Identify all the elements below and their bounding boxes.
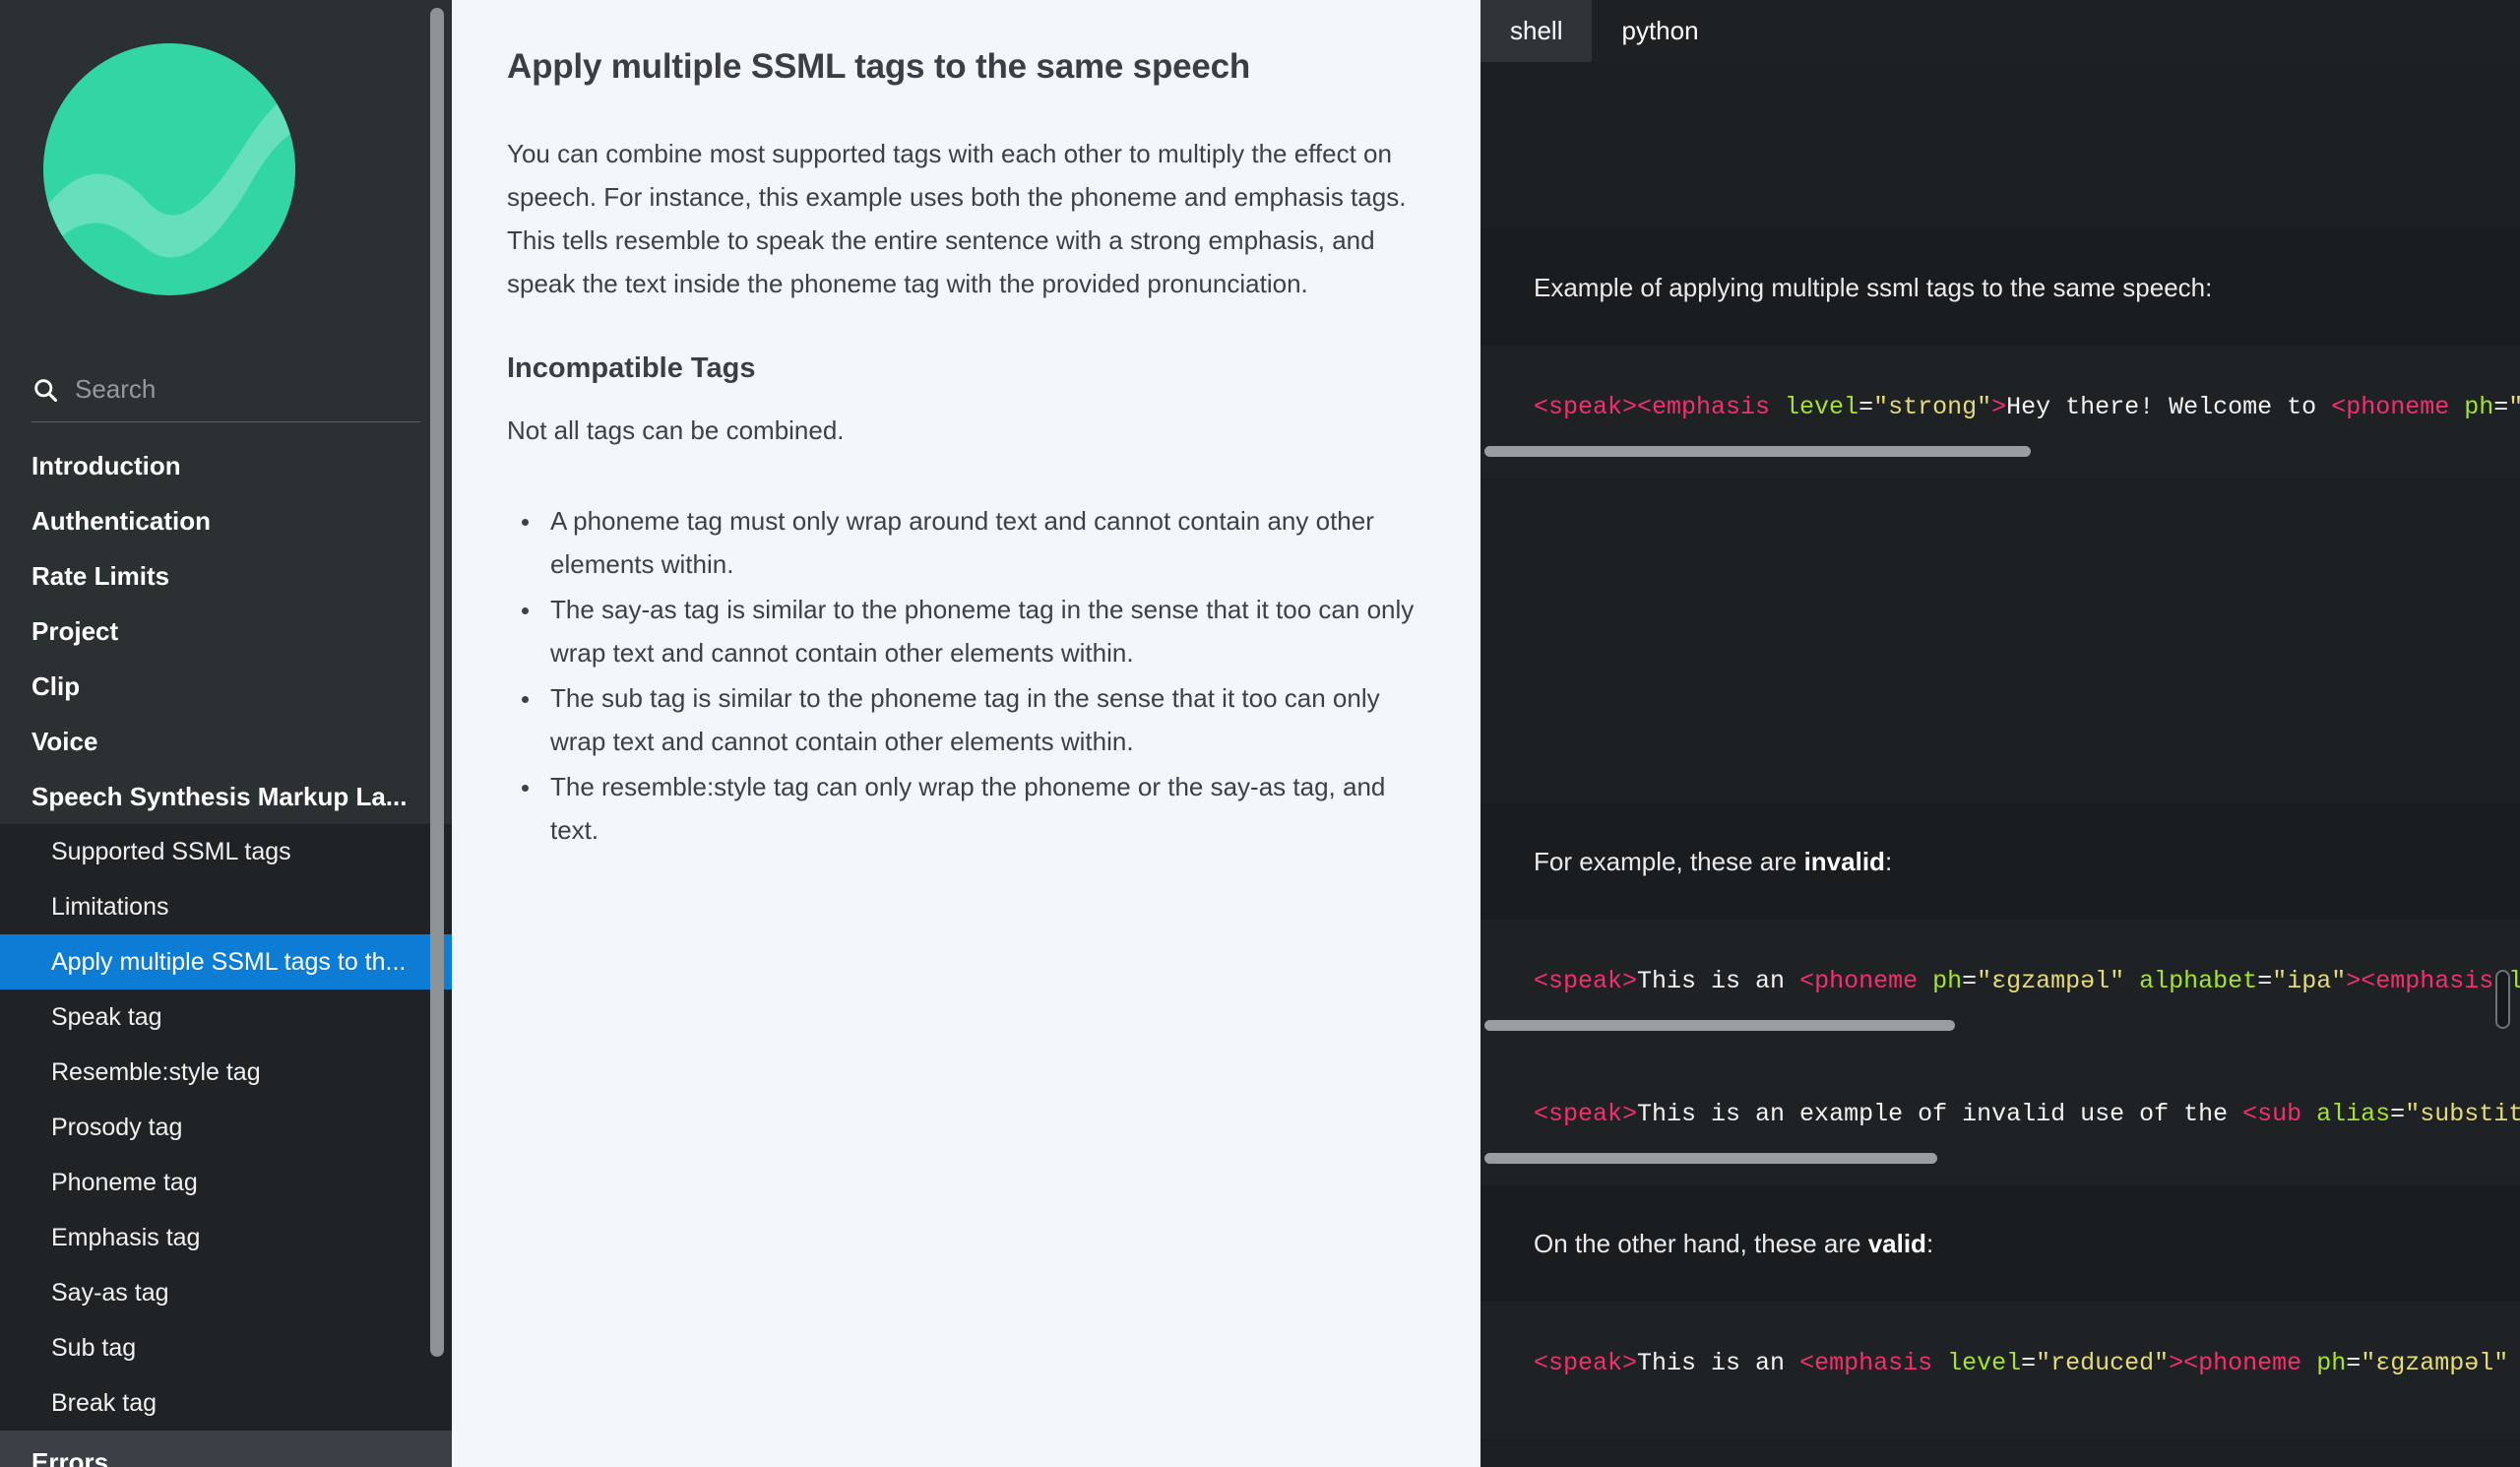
- tab-label: shell: [1510, 16, 1563, 45]
- code-panel-scrollbar-thumb[interactable]: [2495, 970, 2510, 1029]
- sidebar-item-apply-multiple-ssml-tags[interactable]: Apply multiple SSML tags to th...: [0, 934, 452, 989]
- section-title-incompatible-tags: Incompatible Tags: [507, 352, 756, 384]
- sidebar-nav: Introduction Authentication Rate Limits …: [0, 422, 452, 1467]
- sidebar-item-supported-ssml-tags[interactable]: Supported SSML tags: [0, 824, 452, 879]
- code-snippet-valid-1[interactable]: <speak>This is an <emphasis level="reduc…: [1480, 1302, 2520, 1439]
- sidebar-item-say-as-tag[interactable]: Say-as tag: [0, 1265, 452, 1320]
- prose-text-suffix: :: [1925, 1229, 1934, 1258]
- sidebar-item-errors[interactable]: Errors: [0, 1431, 452, 1467]
- sidebar-item-label: Supported SSML tags: [51, 838, 291, 865]
- code-hscrollbar-thumb[interactable]: [1484, 1153, 1937, 1164]
- sidebar-item-label: Clip: [32, 671, 81, 701]
- sidebar-item-label: Errors: [32, 1447, 109, 1467]
- sidebar-item-label: Introduction: [32, 451, 181, 480]
- sidebar-item-sub-tag[interactable]: Sub tag: [0, 1320, 452, 1375]
- prose-text: For example, these are: [1534, 847, 1804, 876]
- sidebar-item-prosody-tag[interactable]: Prosody tag: [0, 1100, 452, 1155]
- code-hscrollbar-thumb[interactable]: [1484, 1020, 1955, 1031]
- code-hscrollbar-thumb[interactable]: [1484, 446, 2031, 457]
- search-icon: [34, 378, 58, 402]
- tab-shell[interactable]: shell: [1480, 0, 1593, 62]
- code-line[interactable]: <speak>This is an <emphasis level="reduc…: [1480, 1347, 2520, 1380]
- prose-text: Example of applying multiple ssml tags t…: [1534, 273, 2213, 302]
- code-body: Example of applying multiple ssml tags t…: [1480, 62, 2520, 1439]
- logo-wave-icon: [43, 90, 295, 258]
- sidebar-item-clip[interactable]: Clip: [0, 659, 452, 714]
- code-line[interactable]: <speak>This is an <phoneme ph="ɛgzampəl"…: [1480, 965, 2520, 998]
- code-panel: shell python Example of applying multipl…: [1480, 0, 2520, 1467]
- sidebar-item-speak-tag[interactable]: Speak tag: [0, 989, 452, 1045]
- sidebar-item-rate-limits[interactable]: Rate Limits: [0, 548, 452, 604]
- sidebar-item-resemble-style-tag[interactable]: Resemble:style tag: [0, 1045, 452, 1100]
- search-input[interactable]: [75, 374, 420, 405]
- sidebar-item-introduction[interactable]: Introduction: [0, 438, 452, 493]
- code-prose-intro: Example of applying multiple ssml tags t…: [1480, 229, 2520, 346]
- sidebar-item-limitations[interactable]: Limitations: [0, 879, 452, 934]
- list-item: The sub tag is similar to the phoneme ta…: [542, 676, 1421, 763]
- sidebar-item-authentication[interactable]: Authentication: [0, 493, 452, 548]
- list-item: The resemble:style tag can only wrap the…: [542, 765, 1421, 852]
- code-scroll-pad: [1480, 998, 2520, 1020]
- main-content: Apply multiple SSML tags to the same spe…: [452, 0, 1480, 1467]
- sidebar-item-label: Authentication: [32, 506, 211, 536]
- sidebar-group-ssml[interactable]: Speech Synthesis Markup La...: [0, 769, 452, 824]
- sidebar-item-project[interactable]: Project: [0, 604, 452, 659]
- incompatible-tags-list: A phoneme tag must only wrap around text…: [507, 499, 1421, 852]
- sidebar-scrollbar-thumb[interactable]: [430, 8, 444, 1357]
- sidebar-item-label: Voice: [32, 727, 98, 756]
- code-line[interactable]: <speak>This is an example of invalid use…: [1480, 1098, 2520, 1131]
- sidebar-item-voice[interactable]: Voice: [0, 714, 452, 769]
- search-box[interactable]: [32, 374, 420, 422]
- sidebar: Introduction Authentication Rate Limits …: [0, 0, 452, 1467]
- sidebar-item-phoneme-tag[interactable]: Phoneme tag: [0, 1155, 452, 1210]
- sidebar-item-label: Speak tag: [51, 1003, 162, 1031]
- sidebar-scroll-region: Introduction Authentication Rate Limits …: [0, 0, 452, 1467]
- resemble-ai-logo[interactable]: [43, 43, 295, 295]
- sidebar-item-label: Rate Limits: [32, 561, 170, 591]
- prose-text-suffix: :: [1884, 847, 1893, 876]
- sidebar-scrollbar-track[interactable]: [430, 0, 444, 1467]
- prose-text: On the other hand, these are: [1534, 1229, 1868, 1258]
- logo-container: [0, 0, 452, 295]
- code-spacer: [1480, 478, 2520, 803]
- sidebar-item-label: Say-as tag: [51, 1279, 169, 1307]
- section-intro-paragraph: Not all tags can be combined.: [507, 415, 845, 445]
- sidebar-item-label: Resemble:style tag: [51, 1058, 261, 1086]
- sidebar-item-label: Limitations: [51, 893, 169, 921]
- intro-paragraph: You can combine most supported tags with…: [507, 139, 1407, 298]
- page-title: Apply multiple SSML tags to the same spe…: [507, 47, 1251, 86]
- list-item: A phoneme tag must only wrap around text…: [542, 499, 1421, 586]
- tab-python[interactable]: python: [1592, 0, 1728, 62]
- code-tabbar: shell python: [1480, 0, 2520, 62]
- code-prose-invalid: For example, these are invalid:: [1480, 803, 2520, 920]
- code-snippet-multiple-tags[interactable]: <speak><emphasis level="strong">Hey ther…: [1480, 346, 2520, 478]
- code-snippet-invalid-2[interactable]: <speak>This is an example of invalid use…: [1480, 1052, 2520, 1185]
- sidebar-item-break-tag[interactable]: Break tag: [0, 1375, 452, 1431]
- sidebar-item-label: Apply multiple SSML tags to th...: [51, 948, 407, 976]
- code-scroll-pad: [1480, 424, 2520, 446]
- sidebar-item-emphasis-tag[interactable]: Emphasis tag: [0, 1210, 452, 1265]
- tab-label: python: [1621, 16, 1699, 45]
- sidebar-item-label: Sub tag: [51, 1334, 137, 1362]
- sidebar-item-label: Prosody tag: [51, 1114, 183, 1141]
- sidebar-item-label: Project: [32, 616, 119, 646]
- list-item: The say-as tag is similar to the phoneme…: [542, 588, 1421, 674]
- prose-emphasis: invalid: [1803, 847, 1885, 876]
- sidebar-item-label: Break tag: [51, 1389, 158, 1417]
- code-prose-valid: On the other hand, these are valid:: [1480, 1185, 2520, 1302]
- code-spacer: [1480, 62, 2520, 229]
- prose-emphasis: valid: [1867, 1229, 1926, 1258]
- sidebar-item-label: Phoneme tag: [51, 1169, 198, 1196]
- code-scroll-pad: [1480, 1131, 2520, 1153]
- sidebar-subnav-ssml: Supported SSML tags Limitations Apply mu…: [0, 824, 452, 1431]
- sidebar-item-label: Emphasis tag: [51, 1224, 201, 1251]
- code-line[interactable]: <speak><emphasis level="strong">Hey ther…: [1480, 391, 2520, 424]
- code-snippet-invalid-1[interactable]: <speak>This is an <phoneme ph="ɛgzampəl"…: [1480, 920, 2520, 1052]
